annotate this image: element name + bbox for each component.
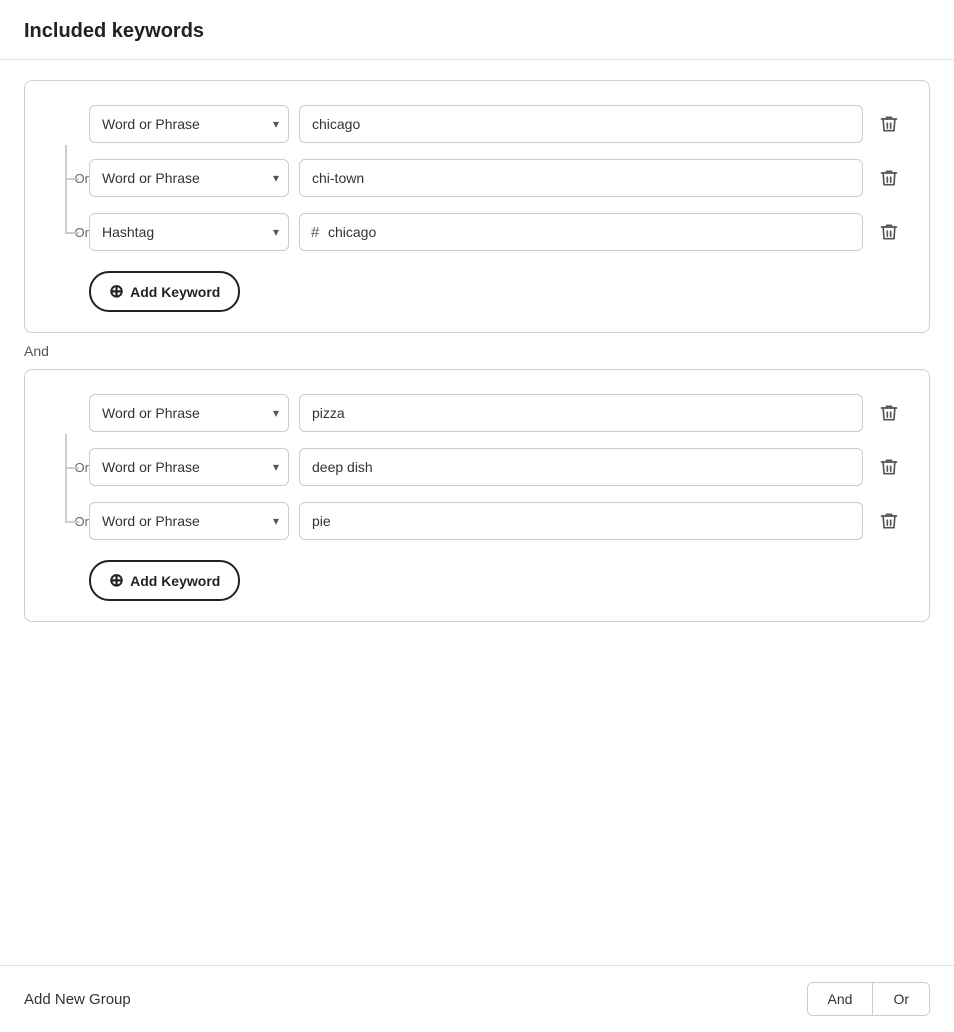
input-wrapper-4 [299, 394, 863, 432]
keyword-input-2[interactable] [299, 159, 863, 197]
type-select-wrapper-3: Word or Phrase Hashtag Mention URL ▾ [89, 213, 289, 251]
and-button[interactable]: And [808, 983, 873, 1015]
keyword-input-4[interactable] [299, 394, 863, 432]
add-keyword-label-2: Add Keyword [130, 573, 220, 589]
type-select-1[interactable]: Word or Phrase Hashtag Mention URL [89, 105, 289, 143]
type-select-wrapper-4: Word or Phrase Hashtag Mention URL ▾ [89, 394, 289, 432]
and-or-button-group: And Or [807, 982, 930, 1016]
keyword-input-1[interactable] [299, 105, 863, 143]
keyword-row-4: Word or Phrase Hashtag Mention URL ▾ [49, 394, 905, 432]
trash-icon-3 [879, 222, 899, 242]
page-header: Included keywords [0, 0, 954, 60]
type-select-4[interactable]: Word or Phrase Hashtag Mention URL [89, 394, 289, 432]
delete-button-6[interactable] [873, 505, 905, 537]
keyword-row-5: Or Word or Phrase Hashtag Mention URL ▾ [49, 448, 905, 486]
and-connector-label: And [24, 343, 49, 359]
trash-icon-1 [879, 114, 899, 134]
footer-bar: Add New Group And Or [0, 965, 954, 1032]
type-select-6[interactable]: Word or Phrase Hashtag Mention URL [89, 502, 289, 540]
add-circle-icon-2: ⊕ [109, 570, 124, 591]
keyword-input-3[interactable] [299, 213, 863, 251]
input-wrapper-3: # [299, 213, 863, 251]
delete-button-5[interactable] [873, 451, 905, 483]
page-title: Included keywords [24, 20, 204, 42]
input-wrapper-6 [299, 502, 863, 540]
trash-icon-6 [879, 511, 899, 531]
add-keyword-button-2[interactable]: ⊕ Add Keyword [89, 560, 240, 601]
delete-button-2[interactable] [873, 162, 905, 194]
keyword-row-1: Word or Phrase Hashtag Mention URL ▾ [49, 105, 905, 143]
delete-button-4[interactable] [873, 397, 905, 429]
keyword-input-6[interactable] [299, 502, 863, 540]
content-area: Word or Phrase Hashtag Mention URL ▾ [0, 60, 954, 642]
and-connector: And [24, 333, 930, 369]
add-new-group-label: Add New Group [24, 991, 131, 1008]
type-select-wrapper-6: Word or Phrase Hashtag Mention URL ▾ [89, 502, 289, 540]
page-container: Included keywords Word or Phrase Hashtag… [0, 0, 954, 1032]
add-keyword-button-1[interactable]: ⊕ Add Keyword [89, 271, 240, 312]
keyword-input-5[interactable] [299, 448, 863, 486]
or-button[interactable]: Or [872, 983, 929, 1015]
type-select-wrapper-1: Word or Phrase Hashtag Mention URL ▾ [89, 105, 289, 143]
trash-icon-4 [879, 403, 899, 423]
input-wrapper-2 [299, 159, 863, 197]
add-circle-icon-1: ⊕ [109, 281, 124, 302]
input-wrapper-5 [299, 448, 863, 486]
keyword-row-3: Or Word or Phrase Hashtag Mention URL ▾ … [49, 213, 905, 251]
trash-icon-2 [879, 168, 899, 188]
keyword-group-2: Word or Phrase Hashtag Mention URL ▾ [24, 369, 930, 622]
keyword-group-1: Word or Phrase Hashtag Mention URL ▾ [24, 80, 930, 333]
keyword-row-2: Or Word or Phrase Hashtag Mention URL ▾ [49, 159, 905, 197]
delete-button-1[interactable] [873, 108, 905, 140]
type-select-5[interactable]: Word or Phrase Hashtag Mention URL [89, 448, 289, 486]
trash-icon-5 [879, 457, 899, 477]
type-select-wrapper-5: Word or Phrase Hashtag Mention URL ▾ [89, 448, 289, 486]
delete-button-3[interactable] [873, 216, 905, 248]
type-select-wrapper-2: Word or Phrase Hashtag Mention URL ▾ [89, 159, 289, 197]
keyword-row-6: Or Word or Phrase Hashtag Mention URL ▾ [49, 502, 905, 540]
add-keyword-label-1: Add Keyword [130, 284, 220, 300]
type-select-3[interactable]: Word or Phrase Hashtag Mention URL [89, 213, 289, 251]
input-wrapper-1 [299, 105, 863, 143]
type-select-2[interactable]: Word or Phrase Hashtag Mention URL [89, 159, 289, 197]
